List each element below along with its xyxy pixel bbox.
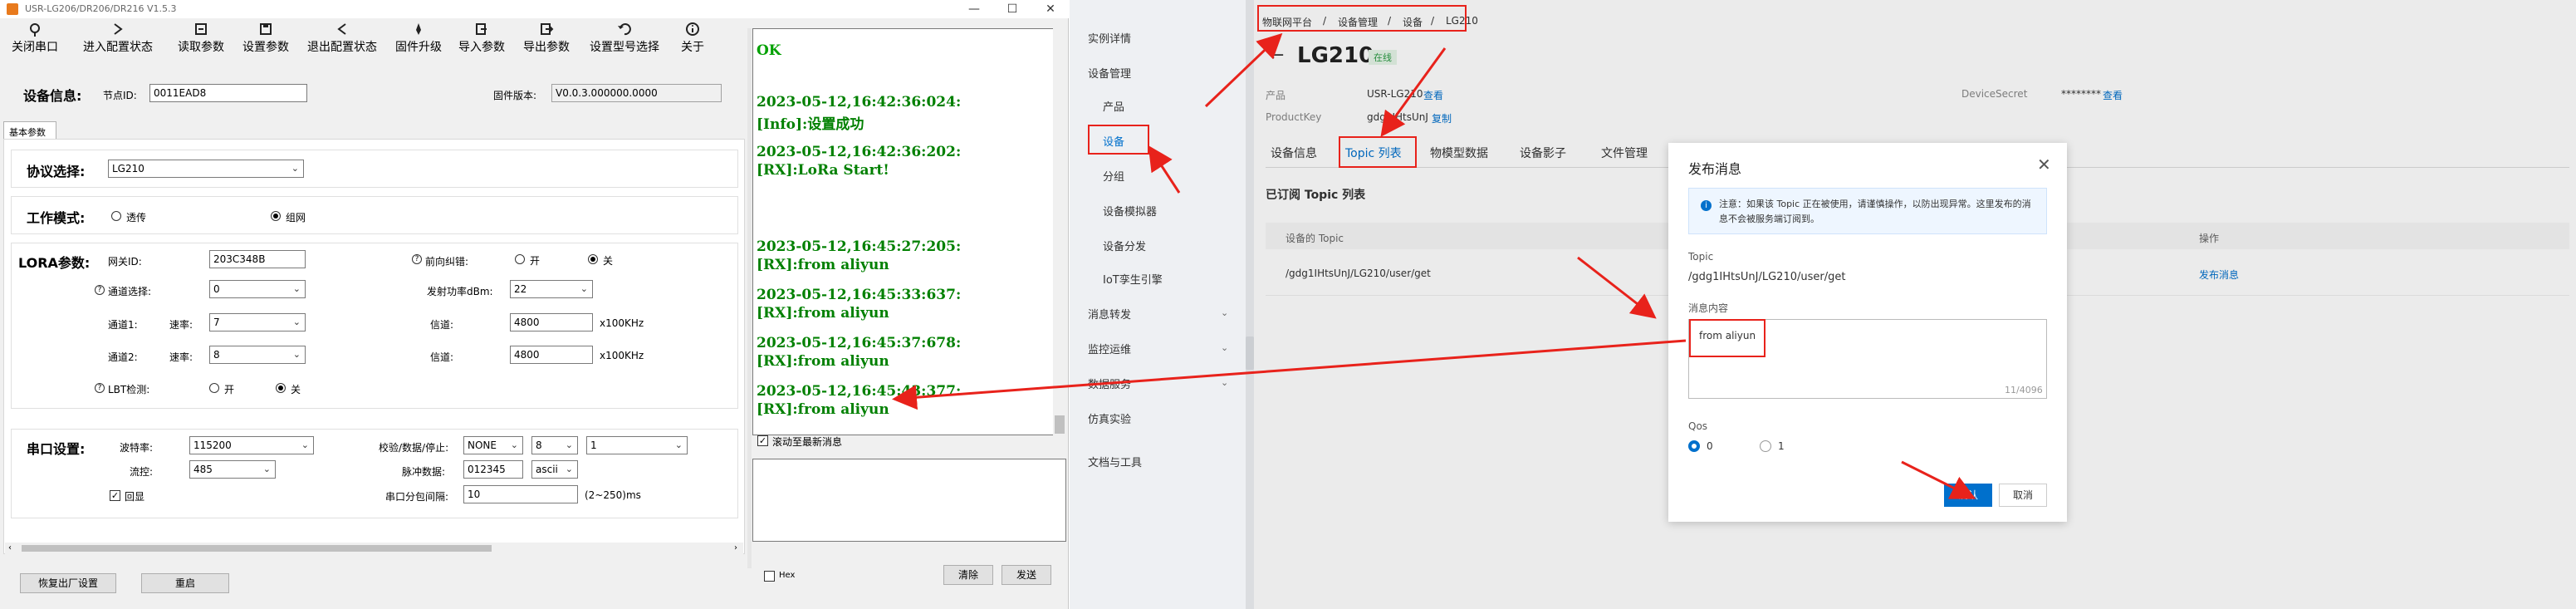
arrow-to-breadcrumb <box>1204 32 1283 108</box>
arrow-to-sidebar-device <box>1148 145 1181 194</box>
arrow-to-topic-tab <box>1380 47 1447 137</box>
arrow-to-confirm <box>1901 460 1976 499</box>
arrow-to-log <box>892 339 1687 410</box>
annotation-arrows <box>892 32 1976 499</box>
arrow-to-message-content <box>1577 256 1657 319</box>
